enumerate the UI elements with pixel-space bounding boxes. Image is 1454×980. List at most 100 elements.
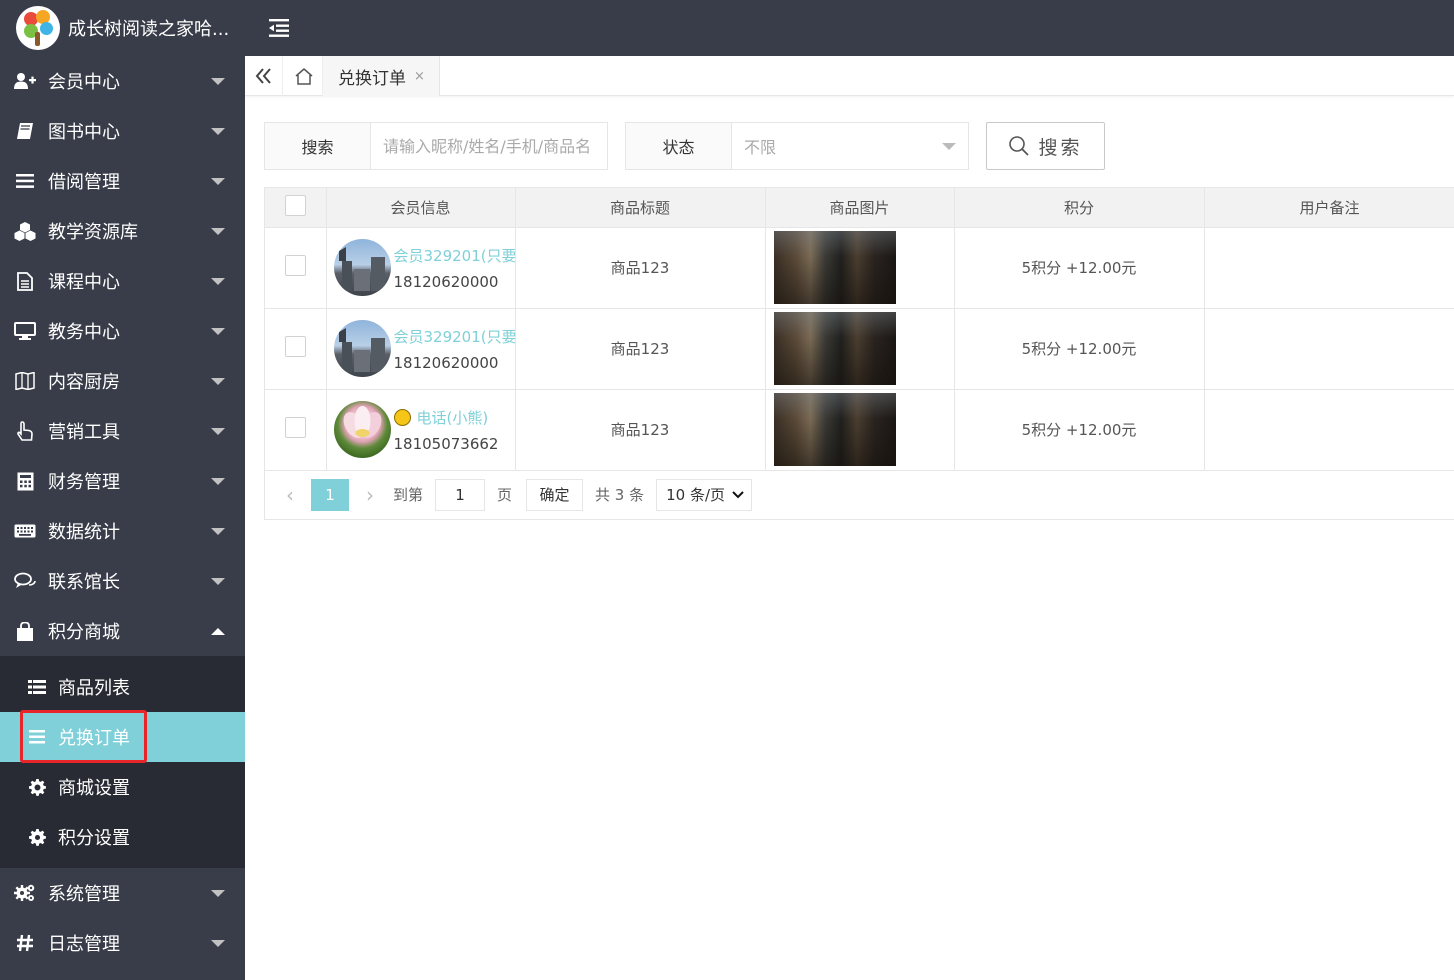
row-checkbox[interactable] bbox=[284, 417, 306, 438]
sidebar-item-book[interactable]: 图书中心 bbox=[0, 106, 245, 156]
sidebar-item-chat[interactable]: 联系馆长 bbox=[0, 556, 245, 606]
search-icon bbox=[1009, 136, 1030, 156]
row-checkbox[interactable] bbox=[284, 255, 306, 276]
sidebar-item-cubes[interactable]: 教学资源库 bbox=[0, 206, 245, 256]
keyword-label: 搜索 bbox=[265, 123, 371, 169]
logo-icon bbox=[16, 6, 60, 50]
member-phone: 18120620000 bbox=[393, 353, 499, 372]
sidebar-item-keyboard[interactable]: 数据统计 bbox=[0, 506, 245, 556]
map-book-icon bbox=[12, 371, 38, 391]
prev-page-button[interactable]: ‹ bbox=[279, 483, 301, 507]
member-phone: 18105073662 bbox=[393, 434, 499, 453]
sidebar-item-list[interactable]: 借阅管理 bbox=[0, 156, 245, 206]
table-row[interactable]: 会员329201(只要想 18120620000 商品123 5积分 +12.0… bbox=[265, 308, 1454, 390]
calculator-icon bbox=[12, 471, 38, 491]
sub-item-exchange-orders[interactable]: 兑换订单 bbox=[0, 710, 245, 763]
goods-image[interactable] bbox=[773, 393, 896, 466]
table-header-row: 会员信息 商品标题 商品图片 积分 用户备注 bbox=[265, 188, 1454, 228]
orders-table: 会员信息 商品标题 商品图片 积分 用户备注 会员329201(只要想 bbox=[265, 188, 1454, 471]
sub-item-goods-list[interactable]: 商品列表 bbox=[0, 662, 245, 712]
member-name: 会员329201(只要想 bbox=[393, 246, 515, 265]
cubes-icon bbox=[12, 221, 38, 241]
chevron-up-icon bbox=[211, 628, 225, 635]
status-field: 状态 不限 bbox=[625, 122, 969, 170]
member-name: 电话(小熊) bbox=[416, 408, 489, 427]
goto-page-input[interactable]: 1 bbox=[435, 478, 486, 511]
table-row[interactable]: 电话(小熊) 18105073662 商品123 5积分 +12.00元 bbox=[265, 389, 1454, 471]
member-text: 电话(小熊) 18105073662 bbox=[393, 407, 515, 453]
smile-emoji-icon bbox=[393, 409, 411, 426]
chevron-down-icon bbox=[211, 78, 225, 85]
th-list-icon bbox=[26, 677, 48, 697]
sidebar-item-hashtag[interactable]: 日志管理 bbox=[0, 918, 245, 968]
goods-image[interactable] bbox=[773, 312, 896, 385]
chevron-down-icon bbox=[211, 428, 225, 435]
menu-toggle-icon[interactable] bbox=[269, 18, 291, 38]
chevron-down-icon bbox=[211, 478, 225, 485]
goods-image[interactable] bbox=[773, 231, 896, 304]
user-plus-icon bbox=[12, 71, 38, 91]
double-chevron-left-icon bbox=[255, 68, 271, 84]
member-name-link[interactable]: 电话(小熊) bbox=[393, 407, 515, 429]
member-text: 会员329201(只要想 18120620000 bbox=[394, 245, 515, 291]
column-header: 商品图片 bbox=[765, 188, 955, 228]
select-all-cell bbox=[265, 188, 327, 228]
keyboard-icon bbox=[12, 521, 38, 541]
status-value: 不限 bbox=[744, 138, 777, 157]
column-header: 积分 bbox=[954, 188, 1205, 228]
row-checkbox[interactable] bbox=[284, 336, 306, 357]
member-name-link[interactable]: 会员329201(只要想 bbox=[394, 245, 515, 267]
home-tab-button[interactable] bbox=[285, 56, 323, 96]
current-page[interactable]: 1 bbox=[311, 478, 349, 511]
keyword-input[interactable] bbox=[371, 123, 607, 169]
chevron-down-icon bbox=[211, 228, 225, 235]
top-header bbox=[245, 0, 1454, 56]
chat-icon bbox=[12, 571, 38, 591]
monitor-icon bbox=[12, 321, 38, 341]
avatar bbox=[333, 239, 391, 296]
table-row[interactable]: 会员329201(只要想 18120620000 商品123 5积分 +12.0… bbox=[265, 227, 1454, 309]
hashtag-icon bbox=[12, 933, 38, 953]
member-name-link[interactable]: 会员329201(只要想 bbox=[394, 326, 515, 348]
tab-bar: 兑换订单 × bbox=[245, 56, 1454, 96]
member-info: 会员329201(只要想 18120620000 bbox=[327, 320, 515, 377]
sub-item-mall-settings[interactable]: 商城设置 bbox=[0, 762, 245, 812]
status-label: 状态 bbox=[626, 123, 732, 169]
sidebar-item-label: 会员中心 bbox=[48, 72, 120, 93]
sidebar-item-gears[interactable]: 系统管理 bbox=[0, 868, 245, 918]
sidebar-item-calculator[interactable]: 财务管理 bbox=[0, 456, 245, 506]
member-text: 会员329201(只要想 18120620000 bbox=[394, 326, 515, 372]
select-all-checkbox[interactable] bbox=[284, 194, 306, 216]
sidebar-item-monitor[interactable]: 教务中心 bbox=[0, 306, 245, 356]
sidebar-item-label: 内容厨房 bbox=[48, 372, 120, 393]
status-select[interactable]: 不限 bbox=[732, 123, 968, 169]
sidebar-item-document[interactable]: 课程中心 bbox=[0, 256, 245, 306]
tab-exchange-orders[interactable]: 兑换订单 × bbox=[323, 56, 440, 96]
points-cell: 5积分 +12.00元 bbox=[954, 389, 1205, 471]
column-header: 会员信息 bbox=[326, 188, 516, 228]
tab-scroll-left-button[interactable] bbox=[245, 56, 283, 96]
sidebar-item-label: 图书中心 bbox=[48, 122, 120, 143]
member-phone: 18120620000 bbox=[393, 272, 499, 291]
goods-image-cell bbox=[765, 389, 955, 471]
sidebar-item-map-book[interactable]: 内容厨房 bbox=[0, 356, 245, 406]
sidebar: 成长树阅读之家哈... 会员中心 图书中心 借阅管理 教学资源库 课程中心 教务… bbox=[0, 0, 245, 980]
remark-cell bbox=[1204, 308, 1454, 390]
goods-image-cell bbox=[765, 308, 955, 390]
sidebar-item-hand-pointer[interactable]: 营销工具 bbox=[0, 406, 245, 456]
sub-item-points-settings[interactable]: 积分设置 bbox=[0, 812, 245, 862]
sub-item-label: 积分设置 bbox=[58, 828, 130, 849]
tab-close-icon[interactable]: × bbox=[414, 69, 425, 84]
member-cell: 会员329201(只要想 18120620000 bbox=[326, 227, 516, 309]
goto-confirm-button[interactable]: 确定 bbox=[526, 478, 584, 511]
page-size-select[interactable]: 10 条/页 bbox=[656, 478, 753, 511]
logo-area[interactable]: 成长树阅读之家哈... bbox=[0, 0, 245, 56]
sidebar-item-label: 借阅管理 bbox=[48, 172, 120, 193]
member-cell: 电话(小熊) 18105073662 bbox=[326, 389, 516, 471]
next-page-button[interactable]: › bbox=[359, 483, 381, 507]
search-button[interactable]: 搜索 bbox=[986, 122, 1105, 170]
app-root: 成长树阅读之家哈... 会员中心 图书中心 借阅管理 教学资源库 课程中心 教务… bbox=[0, 0, 1454, 980]
sidebar-item-user-plus[interactable]: 会员中心 bbox=[0, 56, 245, 106]
row-select-cell bbox=[265, 308, 327, 390]
sidebar-item-shopping-bag[interactable]: 积分商城 bbox=[0, 606, 245, 656]
